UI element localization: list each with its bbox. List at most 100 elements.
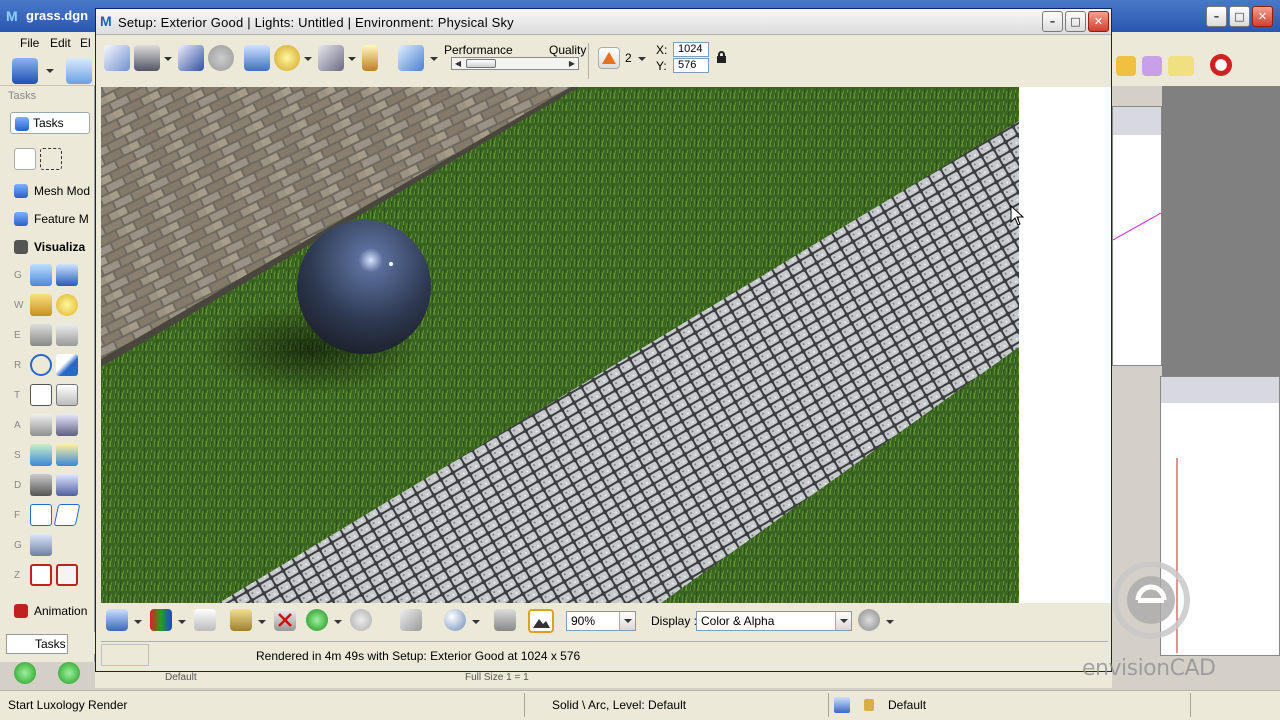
query-material-icon[interactable] [30, 474, 52, 496]
film-icon[interactable] [30, 564, 52, 586]
slider-right-arrow-icon[interactable]: ▶ [566, 58, 578, 69]
settings-icon[interactable] [858, 609, 880, 631]
fit-view-icon[interactable] [1142, 56, 1162, 76]
chevron-down-icon[interactable] [304, 57, 312, 61]
save-image-icon[interactable] [106, 609, 128, 631]
paint-bucket-icon[interactable] [56, 414, 78, 436]
navigate-icon[interactable] [56, 354, 78, 376]
material-cube-icon[interactable] [318, 45, 344, 71]
view-cube-icon[interactable] [400, 609, 422, 631]
display-select[interactable]: Color & Alpha [696, 611, 852, 631]
view-attributes-icon[interactable] [12, 58, 38, 84]
color-channels-icon[interactable] [150, 609, 172, 631]
next-image-icon[interactable] [350, 609, 372, 631]
copy-image-icon[interactable] [194, 609, 216, 631]
scene-icon[interactable] [398, 45, 424, 71]
lock-icon[interactable] [864, 699, 874, 711]
cube-icon[interactable] [178, 45, 204, 71]
apply-material-icon[interactable] [30, 414, 52, 436]
maximize-icon[interactable]: □ [1229, 6, 1250, 27]
antialias-icon[interactable] [598, 47, 620, 69]
zoom-select[interactable]: 90% [566, 611, 636, 631]
chevron-down-icon[interactable] [619, 612, 635, 630]
stop-render-icon[interactable] [208, 45, 234, 71]
close-icon[interactable]: ✕ [1088, 11, 1109, 32]
light-bulb-icon[interactable] [56, 294, 78, 316]
chevron-down-icon[interactable] [835, 612, 851, 630]
dialog-titlebar: M Setup: Exterior Good | Lights: Untitle… [96, 9, 1111, 35]
chevron-down-icon[interactable] [334, 620, 342, 624]
chevron-down-icon[interactable] [46, 69, 54, 73]
snap-icon[interactable] [834, 697, 850, 713]
minimize-icon[interactable]: – [1042, 11, 1063, 32]
rectangle-icon[interactable] [30, 504, 52, 526]
image-icon[interactable] [528, 609, 554, 633]
bottle-icon[interactable] [362, 45, 378, 71]
maximize-icon[interactable]: □ [1065, 11, 1086, 32]
define-camera-icon[interactable] [30, 264, 52, 286]
performance-quality-slider[interactable]: ◀ ▶ [451, 57, 579, 70]
open-folder-icon[interactable] [230, 609, 252, 631]
task-feature-modeling[interactable]: Feature M [10, 208, 95, 230]
task-animation[interactable]: Animation [10, 600, 95, 622]
slider-left-arrow-icon[interactable]: ◀ [452, 58, 464, 69]
chevron-down-icon[interactable] [178, 620, 186, 624]
zoom-window-icon[interactable] [1116, 56, 1136, 76]
close-icon[interactable]: ✕ [1252, 6, 1273, 27]
task-mesh-modeling[interactable]: Mesh Mod [10, 180, 95, 202]
menu-element[interactable]: El [80, 36, 91, 50]
tasks-dropdown[interactable]: Tasks [10, 112, 90, 134]
view-toggles-icon[interactable] [1168, 56, 1194, 76]
sphere-preview-icon[interactable] [444, 609, 466, 631]
chevron-down-icon[interactable] [472, 620, 480, 624]
attach-material-icon[interactable] [30, 444, 52, 466]
chevron-down-icon[interactable] [164, 57, 172, 61]
x-label: X: [656, 43, 668, 57]
menu-file[interactable]: File [20, 36, 39, 50]
frame-icon[interactable] [30, 384, 52, 406]
footsteps-icon[interactable] [30, 354, 52, 376]
x-resolution-field[interactable]: 1024 [673, 42, 709, 57]
move-frame-icon[interactable] [56, 384, 78, 406]
scale-field[interactable]: Full Size 1 = 1 [465, 672, 529, 683]
chevron-down-icon[interactable] [348, 57, 356, 61]
back-icon[interactable] [14, 662, 36, 684]
shape-icon[interactable] [53, 504, 81, 526]
material-editor-icon[interactable] [56, 444, 78, 466]
film-preview-icon[interactable] [56, 564, 78, 586]
slider-thumb[interactable] [466, 59, 496, 68]
y-resolution-field[interactable]: 576 [673, 58, 709, 73]
level-field[interactable]: Default [165, 672, 197, 683]
chevron-down-icon[interactable] [886, 620, 894, 624]
fence-icon[interactable] [40, 148, 62, 170]
chevron-down-icon[interactable] [430, 57, 438, 61]
render-icon[interactable] [56, 264, 78, 286]
select-element-icon[interactable] [14, 148, 36, 170]
chevron-down-icon[interactable] [258, 620, 266, 624]
tab-tasks[interactable]: Tasks [6, 634, 68, 654]
no-entry-icon[interactable] [1210, 54, 1232, 76]
camera-icon[interactable] [30, 324, 52, 346]
render-preview[interactable] [101, 87, 1019, 603]
task-visualization-label: Visualiza [34, 240, 86, 254]
previous-image-icon[interactable] [306, 609, 328, 631]
background-attributes-row: Default Full Size 1 = 1 [95, 672, 1112, 688]
render-setup-icon[interactable] [104, 45, 130, 71]
tools-icon[interactable] [494, 609, 516, 631]
render-queue-icon[interactable] [134, 45, 160, 71]
forward-icon[interactable] [58, 662, 80, 684]
chevron-down-icon[interactable] [638, 57, 646, 61]
delete-image-icon[interactable] [274, 609, 296, 631]
menu-edit[interactable]: Edit [50, 36, 71, 50]
camera-settings-icon[interactable] [56, 324, 78, 346]
box-icon[interactable] [30, 534, 52, 556]
environment-icon[interactable] [244, 45, 270, 71]
lights-icon[interactable] [274, 45, 300, 71]
task-visualization[interactable]: Visualiza [10, 236, 95, 258]
define-light-icon[interactable] [30, 294, 52, 316]
select-arrow-icon[interactable] [66, 58, 92, 84]
chevron-down-icon[interactable] [134, 620, 142, 624]
minimize-icon[interactable]: – [1206, 6, 1227, 27]
pattern-icon[interactable] [56, 474, 78, 496]
lock-icon[interactable] [717, 51, 726, 63]
